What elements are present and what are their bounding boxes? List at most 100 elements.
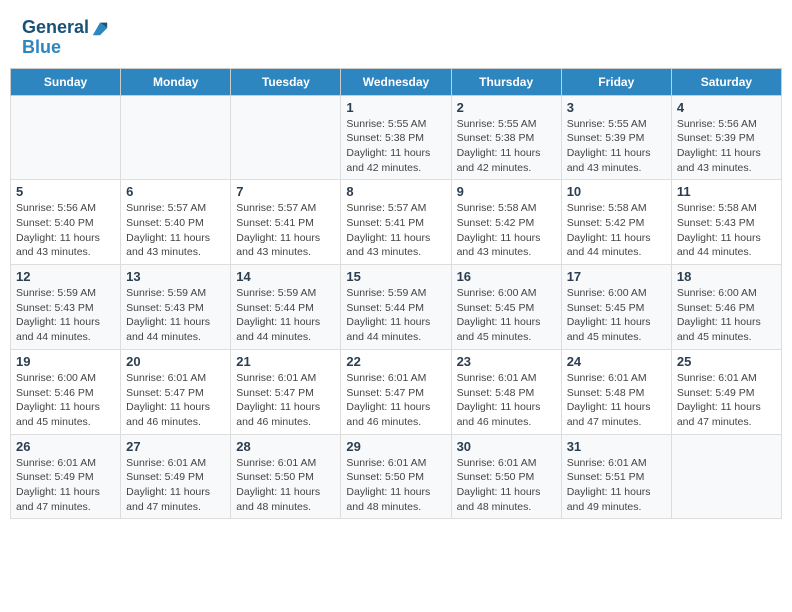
logo: General Blue bbox=[22, 18, 109, 58]
day-header-saturday: Saturday bbox=[671, 68, 781, 95]
day-number: 21 bbox=[236, 354, 335, 369]
day-info: Sunrise: 6:01 AM Sunset: 5:47 PM Dayligh… bbox=[126, 371, 225, 430]
calendar-day-16: 16Sunrise: 6:00 AM Sunset: 5:45 PM Dayli… bbox=[451, 265, 561, 350]
day-info: Sunrise: 5:57 AM Sunset: 5:40 PM Dayligh… bbox=[126, 201, 225, 260]
day-number: 9 bbox=[457, 184, 556, 199]
calendar-day-3: 3 Sunrise: 5:55 AM Sunset: 5:39 PM Daylig… bbox=[561, 95, 671, 180]
day-number: 4 bbox=[677, 100, 776, 115]
calendar-day-29: 29 Sunrise: 6:01 AM Sunset: 5:50 PM Dayli… bbox=[341, 434, 451, 519]
day-header-sunday: Sunday bbox=[11, 68, 121, 95]
calendar-day-1: 1 Sunrise: 5:55 AM Sunset: 5:38 PM Daylig… bbox=[341, 95, 451, 180]
calendar-week-row: 5Sunrise: 5:56 AM Sunset: 5:40 PM Daylig… bbox=[11, 180, 782, 265]
day-info: Sunrise: 6:01 AM Sunset: 5:48 PM Dayligh… bbox=[457, 371, 556, 430]
logo-text-blue: Blue bbox=[22, 38, 61, 58]
day-info: Sunrise: 6:01 AM Sunset: 5:50 PM Dayligh… bbox=[457, 456, 556, 515]
empty-cell bbox=[671, 434, 781, 519]
day-number: 25 bbox=[677, 354, 776, 369]
calendar-day-20: 20 Sunrise: 6:01 AM Sunset: 5:47 PM Dayli… bbox=[121, 349, 231, 434]
day-info: Sunrise: 5:57 AM Sunset: 5:41 PM Dayligh… bbox=[346, 201, 445, 260]
day-info: Sunrise: 5:58 AM Sunset: 5:42 PM Dayligh… bbox=[457, 201, 556, 260]
calendar-day-25: 25 Sunrise: 6:01 AM Sunset: 5:49 PM Dayli… bbox=[671, 349, 781, 434]
day-number: 29 bbox=[346, 439, 445, 454]
day-number: 23 bbox=[457, 354, 556, 369]
empty-cell bbox=[11, 95, 121, 180]
day-info: Sunrise: 6:01 AM Sunset: 5:49 PM Dayligh… bbox=[126, 456, 225, 515]
day-info: Sunrise: 6:01 AM Sunset: 5:49 PM Dayligh… bbox=[677, 371, 776, 430]
day-number: 13 bbox=[126, 269, 225, 284]
day-number: 5 bbox=[16, 184, 115, 199]
calendar-day-15: 15 Sunrise: 5:59 AM Sunset: 5:44 PM Dayli… bbox=[341, 265, 451, 350]
calendar-week-row: 26 Sunrise: 6:01 AM Sunset: 5:49 PM Dayli… bbox=[11, 434, 782, 519]
calendar-day-13: 13 Sunrise: 5:59 AM Sunset: 5:43 PM Dayli… bbox=[121, 265, 231, 350]
calendar-day-26: 26 Sunrise: 6:01 AM Sunset: 5:49 PM Dayli… bbox=[11, 434, 121, 519]
day-info: Sunrise: 5:58 AM Sunset: 5:42 PM Dayligh… bbox=[567, 201, 666, 260]
day-number: 18 bbox=[677, 269, 776, 284]
day-number: 11 bbox=[677, 184, 776, 199]
day-info: Sunrise: 5:58 AM Sunset: 5:43 PM Dayligh… bbox=[677, 201, 776, 260]
day-number: 31 bbox=[567, 439, 666, 454]
day-number: 24 bbox=[567, 354, 666, 369]
calendar-day-31: 31 Sunrise: 6:01 AM Sunset: 5:51 PM Dayli… bbox=[561, 434, 671, 519]
day-info: Sunrise: 5:59 AM Sunset: 5:44 PM Dayligh… bbox=[346, 286, 445, 345]
day-number: 22 bbox=[346, 354, 445, 369]
day-info: Sunrise: 6:01 AM Sunset: 5:47 PM Dayligh… bbox=[346, 371, 445, 430]
calendar-day-23: 23 Sunrise: 6:01 AM Sunset: 5:48 PM Dayli… bbox=[451, 349, 561, 434]
day-info: Sunrise: 5:59 AM Sunset: 5:43 PM Dayligh… bbox=[126, 286, 225, 345]
empty-cell bbox=[231, 95, 341, 180]
day-header-friday: Friday bbox=[561, 68, 671, 95]
day-number: 19 bbox=[16, 354, 115, 369]
calendar-day-24: 24Sunrise: 6:01 AM Sunset: 5:48 PM Dayli… bbox=[561, 349, 671, 434]
day-info: Sunrise: 5:59 AM Sunset: 5:44 PM Dayligh… bbox=[236, 286, 335, 345]
day-number: 30 bbox=[457, 439, 556, 454]
calendar-day-27: 27Sunrise: 6:01 AM Sunset: 5:49 PM Dayli… bbox=[121, 434, 231, 519]
day-header-tuesday: Tuesday bbox=[231, 68, 341, 95]
day-header-thursday: Thursday bbox=[451, 68, 561, 95]
calendar-day-17: 17Sunrise: 6:00 AM Sunset: 5:45 PM Dayli… bbox=[561, 265, 671, 350]
day-info: Sunrise: 5:59 AM Sunset: 5:43 PM Dayligh… bbox=[16, 286, 115, 345]
day-number: 8 bbox=[346, 184, 445, 199]
calendar-day-10: 10 Sunrise: 5:58 AM Sunset: 5:42 PM Dayli… bbox=[561, 180, 671, 265]
day-number: 26 bbox=[16, 439, 115, 454]
logo-text-general: General bbox=[22, 18, 89, 38]
empty-cell bbox=[121, 95, 231, 180]
page-header: General Blue bbox=[10, 10, 782, 62]
day-info: Sunrise: 5:55 AM Sunset: 5:38 PM Dayligh… bbox=[457, 117, 556, 176]
calendar-header-row: SundayMondayTuesdayWednesdayThursdayFrid… bbox=[11, 68, 782, 95]
calendar-day-2: 2 Sunrise: 5:55 AM Sunset: 5:38 PM Daylig… bbox=[451, 95, 561, 180]
day-info: Sunrise: 6:01 AM Sunset: 5:47 PM Dayligh… bbox=[236, 371, 335, 430]
day-number: 17 bbox=[567, 269, 666, 284]
day-number: 3 bbox=[567, 100, 666, 115]
calendar-day-30: 30 Sunrise: 6:01 AM Sunset: 5:50 PM Dayli… bbox=[451, 434, 561, 519]
day-number: 15 bbox=[346, 269, 445, 284]
day-header-monday: Monday bbox=[121, 68, 231, 95]
calendar-day-21: 21 Sunrise: 6:01 AM Sunset: 5:47 PM Dayli… bbox=[231, 349, 341, 434]
calendar-day-9: 9 Sunrise: 5:58 AM Sunset: 5:42 PM Daylig… bbox=[451, 180, 561, 265]
calendar-day-4: 4 Sunrise: 5:56 AM Sunset: 5:39 PM Daylig… bbox=[671, 95, 781, 180]
calendar-day-14: 14 Sunrise: 5:59 AM Sunset: 5:44 PM Dayli… bbox=[231, 265, 341, 350]
day-number: 2 bbox=[457, 100, 556, 115]
day-info: Sunrise: 6:00 AM Sunset: 5:46 PM Dayligh… bbox=[677, 286, 776, 345]
calendar-table: SundayMondayTuesdayWednesdayThursdayFrid… bbox=[10, 68, 782, 520]
calendar-day-8: 8 Sunrise: 5:57 AM Sunset: 5:41 PM Daylig… bbox=[341, 180, 451, 265]
day-number: 7 bbox=[236, 184, 335, 199]
calendar-day-22: 22 Sunrise: 6:01 AM Sunset: 5:47 PM Dayli… bbox=[341, 349, 451, 434]
day-info: Sunrise: 6:01 AM Sunset: 5:49 PM Dayligh… bbox=[16, 456, 115, 515]
calendar-day-11: 11 Sunrise: 5:58 AM Sunset: 5:43 PM Dayli… bbox=[671, 180, 781, 265]
calendar-day-19: 19 Sunrise: 6:00 AM Sunset: 5:46 PM Dayli… bbox=[11, 349, 121, 434]
calendar-day-18: 18 Sunrise: 6:00 AM Sunset: 5:46 PM Dayli… bbox=[671, 265, 781, 350]
calendar-week-row: 1 Sunrise: 5:55 AM Sunset: 5:38 PM Daylig… bbox=[11, 95, 782, 180]
day-header-wednesday: Wednesday bbox=[341, 68, 451, 95]
day-number: 6 bbox=[126, 184, 225, 199]
day-info: Sunrise: 6:01 AM Sunset: 5:51 PM Dayligh… bbox=[567, 456, 666, 515]
day-info: Sunrise: 6:01 AM Sunset: 5:50 PM Dayligh… bbox=[236, 456, 335, 515]
day-number: 14 bbox=[236, 269, 335, 284]
day-info: Sunrise: 5:55 AM Sunset: 5:38 PM Dayligh… bbox=[346, 117, 445, 176]
day-info: Sunrise: 6:01 AM Sunset: 5:50 PM Dayligh… bbox=[346, 456, 445, 515]
day-info: Sunrise: 5:56 AM Sunset: 5:39 PM Dayligh… bbox=[677, 117, 776, 176]
day-number: 10 bbox=[567, 184, 666, 199]
day-info: Sunrise: 6:00 AM Sunset: 5:46 PM Dayligh… bbox=[16, 371, 115, 430]
day-info: Sunrise: 5:55 AM Sunset: 5:39 PM Dayligh… bbox=[567, 117, 666, 176]
day-number: 28 bbox=[236, 439, 335, 454]
day-number: 20 bbox=[126, 354, 225, 369]
day-number: 1 bbox=[346, 100, 445, 115]
